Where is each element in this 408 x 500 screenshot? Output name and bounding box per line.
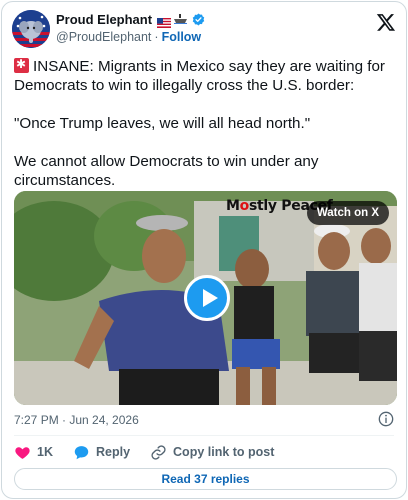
copy-link-button[interactable]: Copy link to post [150, 444, 274, 461]
video-thumbnail[interactable]: Mostly Peacef Watch on X [14, 191, 397, 405]
divider [14, 435, 394, 436]
like-count: 1K [37, 445, 53, 459]
separator-dot: · [154, 30, 159, 44]
follow-link[interactable]: Follow [162, 30, 202, 44]
name-row: Proud Elephant [56, 12, 205, 28]
read-replies-button[interactable]: Read 37 replies [14, 468, 397, 490]
verified-badge-icon [192, 13, 205, 26]
link-icon [151, 444, 166, 460]
post-paragraph-3: We cannot allow Democrats to win under a… [14, 153, 319, 189]
heart-icon [15, 446, 30, 459]
post-timestamp[interactable]: 7:27 PM · Jun 24, 2026 [14, 413, 139, 427]
post-paragraph-1: INSANE: Migrants in Mexico say they are … [14, 57, 398, 95]
play-icon[interactable] [184, 275, 230, 321]
reply-bubble-icon [74, 445, 89, 459]
x-logo-icon[interactable] [376, 12, 396, 32]
copy-link-label: Copy link to post [173, 445, 275, 459]
author-handle[interactable]: @ProudElephant [56, 30, 151, 44]
info-icon[interactable] [378, 411, 394, 427]
action-bar: 1K Reply Copy link to post [14, 443, 294, 461]
reply-button[interactable]: Reply [73, 444, 130, 461]
embedded-post-card: Proud Elephant @ProudElephant · Follow ✱… [1, 1, 407, 499]
like-button[interactable]: 1K [14, 444, 53, 461]
ship-icon [174, 13, 188, 27]
siren-icon [14, 57, 29, 73]
display-name[interactable]: Proud Elephant [56, 12, 152, 27]
post-paragraph-1-text: INSANE: Migrants in Mexico say they are … [14, 58, 385, 94]
post-header: Proud Elephant @ProudElephant · Follow [12, 10, 396, 50]
watermark-red: o [239, 198, 250, 214]
post-paragraph-2: "Once Trump leaves, we will all head nor… [14, 115, 311, 132]
handle-row: @ProudElephant · Follow [56, 30, 201, 44]
reply-label: Reply [95, 445, 131, 459]
us-flag-icon [157, 15, 172, 28]
watch-on-x-button[interactable]: Watch on X [306, 201, 389, 225]
avatar[interactable] [12, 10, 50, 48]
watermark-prefix: M [226, 198, 240, 214]
post-text: INSANE: Migrants in Mexico say they are … [14, 57, 398, 190]
